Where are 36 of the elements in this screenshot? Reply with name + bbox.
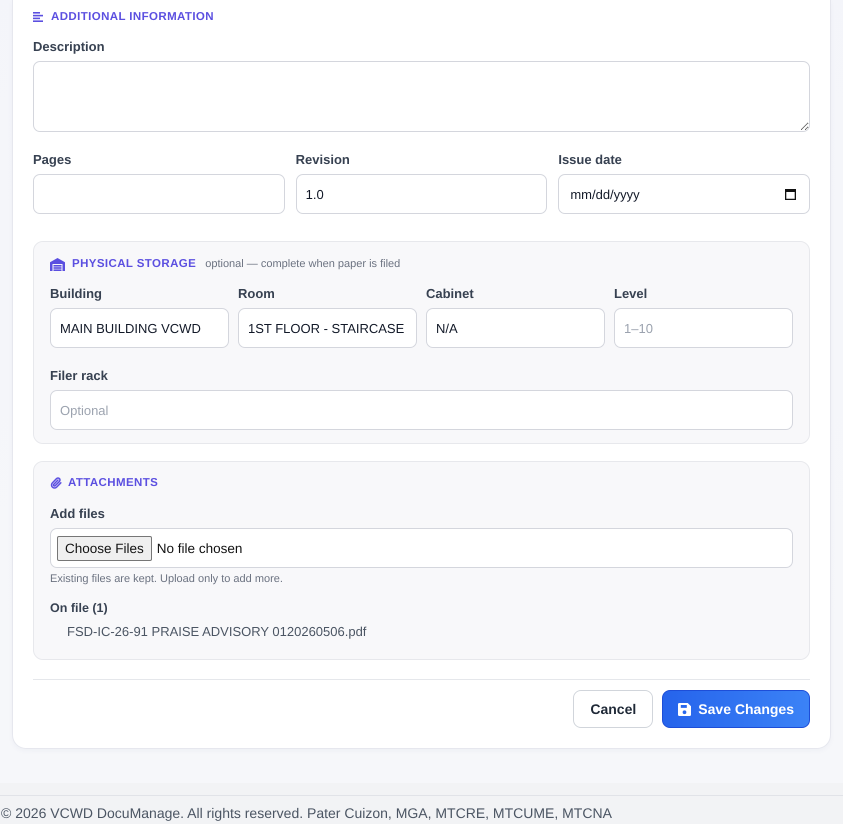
cancel-button[interactable]: Cancel (573, 690, 654, 728)
text-lines-icon (33, 12, 43, 22)
choose-files-button[interactable]: Choose Files (57, 536, 152, 560)
text-input[interactable]: 1–10 (614, 308, 793, 348)
text-input[interactable]: Optional (50, 390, 793, 430)
section-note: optional — complete when paper is filed (205, 257, 400, 272)
field-label: Cabinet (426, 287, 475, 301)
section-heading: PHYSICAL STORAGE (72, 257, 196, 272)
description-textarea[interactable] (33, 61, 810, 132)
copyright-text: © 2026 VCWD DocuManage. All rights reserved. Pater Cuizon, MGA, MTCRE, MTCUME, MTCNA (0, 795, 843, 824)
file-input-field[interactable]: Choose Files No file chosen (50, 528, 793, 568)
date-input[interactable]: mm/dd/yyyy (558, 174, 810, 214)
field-label: Building (50, 287, 103, 301)
file-name: FSD-IC-26-91 PRAISE ADVISORY 0120260506.pdf (67, 625, 368, 639)
text-input[interactable]: 1.0 (296, 174, 548, 214)
save-button[interactable]: Save Changes (662, 690, 810, 728)
field-label: Issue date (558, 153, 623, 167)
on-file-heading: On file (1) (50, 601, 109, 615)
field-label: Description (33, 40, 106, 54)
field-label: Pages (33, 153, 72, 167)
field-label: Filer rack (50, 369, 109, 383)
section-heading: ADDITIONAL INFORMATION (51, 10, 214, 25)
text-input[interactable]: 1ST FLOOR - STAIRCASE (238, 308, 417, 348)
text-input[interactable]: MAIN BUILDING VCWD (50, 308, 229, 348)
text-input[interactable]: N/A (426, 308, 605, 348)
field-label: Level (614, 287, 648, 301)
field-label: Add files (50, 507, 106, 521)
hint-text: Existing files are kept. Upload only to add more. (50, 573, 284, 585)
section-heading: ATTACHMENTS (68, 476, 158, 491)
field-label: Revision (296, 153, 351, 167)
warehouse-icon (50, 258, 65, 270)
paperclip-icon (50, 477, 62, 489)
field-label: Room (238, 287, 276, 301)
text-input[interactable] (33, 174, 285, 214)
calendar-icon[interactable] (785, 188, 796, 200)
file-status-text: No file chosen (156, 540, 242, 556)
